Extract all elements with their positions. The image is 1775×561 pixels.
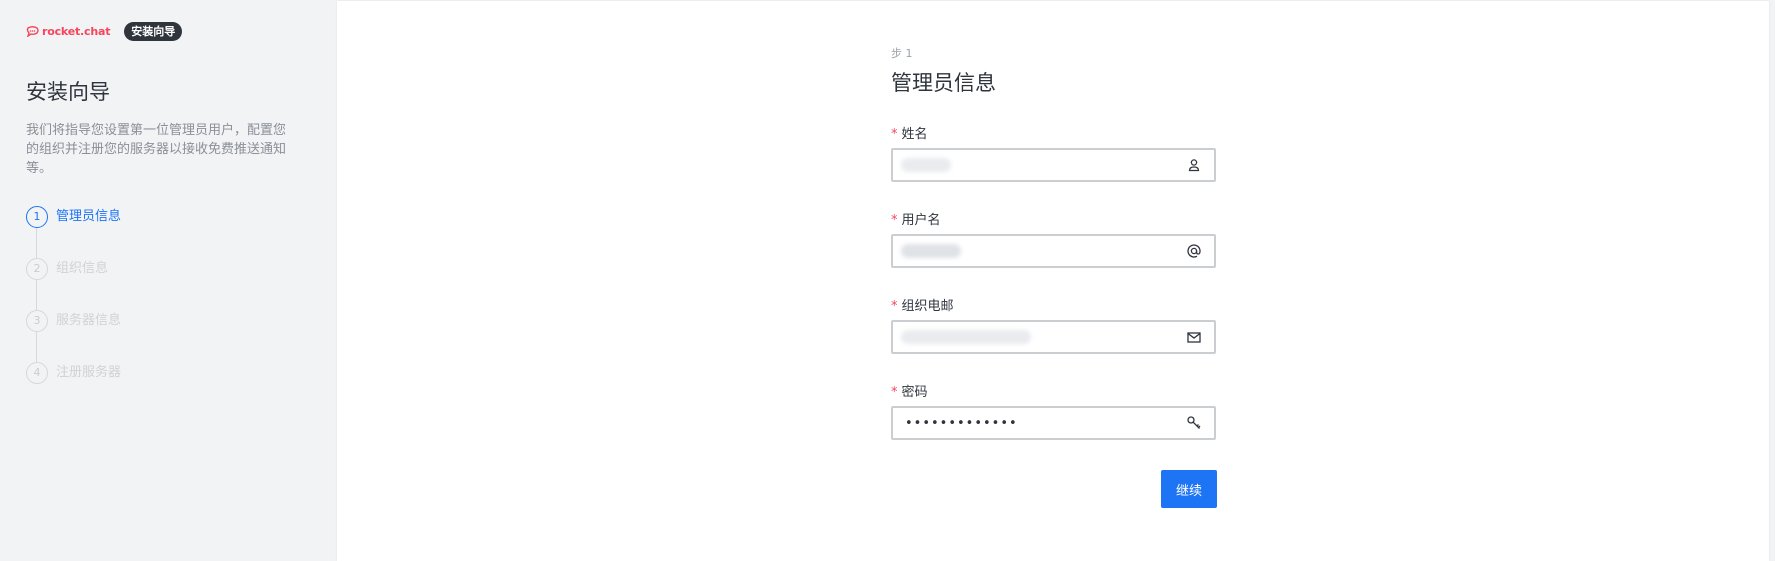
name-field: * 姓名 (891, 123, 1216, 182)
sidebar-description: 我们将指导您设置第一位管理员用户，配置您的组织并注册您的服务器以接收免费推送通知… (26, 123, 287, 176)
org-email-label: * 组织电邮 (891, 295, 1216, 314)
step-connector (36, 280, 37, 310)
org-email-field: * 组织电邮 (891, 295, 1216, 354)
required-mark: * (891, 127, 898, 142)
admin-info-form: 步 1 管理员信息 (891, 45, 1216, 97)
step-label: 服务器信息 (56, 313, 122, 328)
password-label: * 密码 (891, 381, 1216, 400)
required-mark: * (891, 385, 898, 400)
wizard-badge: 安装向导 (124, 21, 183, 41)
step-item-server-info: 3 服务器信息 (26, 310, 121, 362)
sidebar: rocket.chat 安装向导 安装向导 我们将指导您设置第一位管理员用户，配… (0, 0, 336, 551)
logo-text: rocket.chat (42, 24, 111, 38)
step-indicator: 步 1 (891, 47, 913, 60)
name-input-box (891, 148, 1216, 182)
redacted-value (901, 244, 961, 258)
sidebar-title: 安装向导 (26, 80, 110, 104)
brand: rocket.chat 安装向导 (26, 20, 183, 42)
step-item-admin-info: 1 管理员信息 (26, 206, 121, 258)
password-label-text: 密码 (901, 385, 928, 400)
step-item-register-server: 4 注册服务器 (26, 362, 121, 386)
main-panel: 步 1 管理员信息 * 姓名 * 用户名 * 组织电邮 * 密码 •••••••… (337, 1, 1769, 561)
org-email-label-text: 组织电邮 (901, 299, 954, 314)
step-item-org-info: 2 组织信息 (26, 258, 121, 310)
username-label: * 用户名 (891, 209, 1216, 228)
step-connector (36, 228, 37, 258)
user-icon (1188, 159, 1200, 172)
step-label: 组织信息 (56, 261, 109, 276)
step-number: 2 (26, 258, 48, 280)
step-label: 管理员信息 (56, 209, 122, 224)
org-email-input-box (891, 320, 1216, 354)
step-number: 4 (26, 362, 48, 384)
username-input-box (891, 234, 1216, 268)
step-label: 注册服务器 (56, 365, 122, 380)
password-input[interactable] (893, 408, 1187, 438)
password-input-box (891, 406, 1216, 440)
username-field: * 用户名 (891, 209, 1216, 268)
name-label: * 姓名 (891, 123, 1216, 142)
required-mark: * (891, 213, 898, 228)
required-mark: * (891, 299, 898, 314)
rocketchat-logo[interactable]: rocket.chat (26, 25, 110, 38)
rocket-chat-icon (26, 25, 39, 37)
step-connector (36, 332, 37, 362)
password-field: * 密码 (891, 381, 1216, 440)
key-icon (1187, 416, 1201, 429)
at-icon (1187, 244, 1201, 258)
username-label-text: 用户名 (901, 213, 941, 228)
step-list: 1 管理员信息 2 组织信息 3 服务器信息 4 注册服务器 (26, 206, 121, 386)
step-number: 3 (26, 310, 48, 332)
name-label-text: 姓名 (901, 127, 928, 142)
form-title: 管理员信息 (891, 71, 996, 95)
continue-button[interactable]: 继续 (1161, 470, 1217, 508)
redacted-value (901, 158, 951, 172)
redacted-value (901, 330, 1031, 344)
step-number: 1 (26, 206, 48, 228)
mail-icon (1187, 332, 1201, 343)
